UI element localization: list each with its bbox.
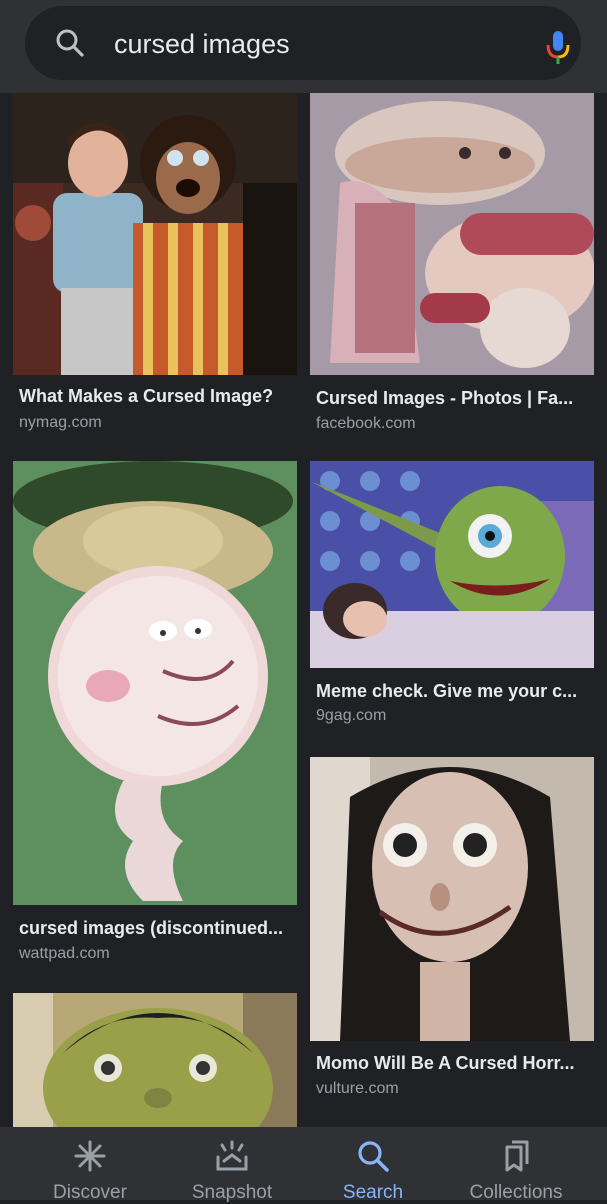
result-title[interactable]: Meme check. Give me your c... — [316, 680, 592, 702]
nav-snapshot[interactable]: Snapshot — [172, 1127, 292, 1203]
result-thumbnail[interactable] — [13, 993, 297, 1127]
nav-collections[interactable]: Collections — [456, 1127, 576, 1203]
result-card[interactable] — [13, 993, 297, 1127]
bottom-navigation: Discover Snapshot Search Collections — [0, 1127, 607, 1203]
result-thumbnail[interactable] — [13, 461, 297, 905]
snapshot-icon — [216, 1140, 248, 1171]
result-source: facebook.com — [316, 415, 416, 432]
result-source: nymag.com — [19, 414, 102, 431]
nav-label: Search — [342, 1182, 404, 1203]
result-thumbnail[interactable] — [13, 93, 297, 375]
result-source: wattpad.com — [19, 945, 110, 962]
nav-search[interactable]: Search — [313, 1127, 433, 1203]
image-results: What Makes a Cursed Image? nymag.com Cur… — [0, 93, 607, 1127]
search-input[interactable]: cursed images — [114, 28, 290, 60]
result-card[interactable]: Cursed Images - Photos | Fa... facebook.… — [310, 93, 594, 443]
result-source: 9gag.com — [316, 707, 387, 724]
result-card[interactable]: What Makes a Cursed Image? nymag.com — [13, 93, 297, 443]
result-card[interactable]: Momo Will Be A Cursed Horr... vulture.co… — [310, 757, 594, 1102]
search-icon — [358, 1141, 389, 1172]
microphone-icon[interactable] — [544, 29, 572, 67]
result-thumbnail[interactable] — [310, 757, 594, 1041]
nav-label: Collections — [469, 1182, 563, 1203]
nav-label: Snapshot — [191, 1182, 273, 1203]
result-title[interactable]: Momo Will Be A Cursed Horr... — [316, 1052, 592, 1074]
result-card[interactable]: Meme check. Give me your c... 9gag.com — [310, 461, 594, 731]
result-source: vulture.com — [316, 1080, 399, 1097]
result-title[interactable]: Cursed Images - Photos | Fa... — [316, 387, 592, 409]
search-icon — [56, 29, 84, 57]
result-card[interactable]: cursed images (discontinued... wattpad.c… — [13, 461, 297, 971]
result-thumbnail[interactable] — [310, 93, 594, 375]
nav-discover[interactable]: Discover — [30, 1127, 150, 1203]
top-bar: cursed images — [0, 0, 607, 93]
result-title[interactable]: What Makes a Cursed Image? — [19, 385, 295, 407]
nav-label: Discover — [53, 1182, 127, 1203]
search-bar[interactable]: cursed images — [25, 6, 581, 80]
asterisk-icon — [74, 1140, 106, 1172]
collections-icon — [505, 1140, 529, 1172]
result-title[interactable]: cursed images (discontinued... — [19, 917, 295, 939]
result-thumbnail[interactable] — [310, 461, 594, 668]
